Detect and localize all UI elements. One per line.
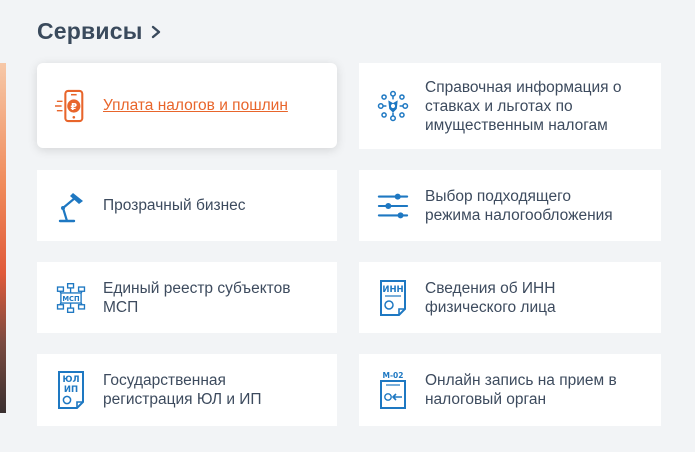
service-card-online-appointment[interactable]: М-02 Онлайн запись на прием в налоговый … <box>359 354 661 426</box>
sliders-icon <box>377 188 409 224</box>
service-label: Единый реестр субъектов МСП <box>103 279 291 316</box>
services-heading-link[interactable]: Сервисы <box>37 18 163 45</box>
svg-text:М-02: М-02 <box>382 371 403 380</box>
service-label: Выбор подходящего режима налогообложения <box>425 187 613 224</box>
ul-ip-document-icon: ЮЛ ИП <box>55 371 87 409</box>
chevron-right-icon <box>151 25 160 38</box>
service-card-msp-registry[interactable]: МСП Единый реестр субъектов МСП <box>37 262 337 333</box>
service-label: Сведения об ИНН физического лица <box>425 279 556 316</box>
service-card-transparent-business[interactable]: Прозрачный бизнес <box>37 170 337 241</box>
inn-document-icon: ИНН <box>377 279 409 316</box>
service-card-tax-payment[interactable]: ₽ Уплата налогов и пошлин <box>37 63 337 148</box>
background-image-edge <box>0 63 6 413</box>
svg-text:ЮЛ: ЮЛ <box>62 375 79 385</box>
service-card-property-tax-info[interactable]: Справочная информация о ставках и льгота… <box>359 63 661 149</box>
service-label: Прозрачный бизнес <box>103 197 246 214</box>
svg-text:₽: ₽ <box>71 101 78 112</box>
phone-ruble-icon: ₽ <box>55 88 87 124</box>
service-label: Уплата налогов и пошлин <box>103 97 288 114</box>
service-label: Государственная регистрация ЮЛ и ИП <box>103 372 262 408</box>
service-card-state-registration[interactable]: ЮЛ ИП Государственная регистрация ЮЛ и И… <box>37 354 337 426</box>
emblem-network-icon <box>377 88 409 124</box>
svg-text:ИНН: ИНН <box>382 285 403 295</box>
page-title: Сервисы <box>37 18 143 44</box>
service-label: Онлайн запись на прием в налоговый орган <box>425 372 617 408</box>
svg-text:ИП: ИП <box>64 385 78 395</box>
svg-text:МСП: МСП <box>62 294 79 302</box>
service-card-inn-info[interactable]: ИНН Сведения об ИНН физического лица <box>359 262 661 333</box>
m02-form-icon: М-02 <box>377 371 409 409</box>
msp-network-icon: МСП <box>55 280 87 316</box>
service-card-tax-regime[interactable]: Выбор подходящего режима налогообложения <box>359 170 661 241</box>
desk-lamp-icon <box>55 188 87 224</box>
service-label: Справочная информация о ставках и льгота… <box>425 78 622 134</box>
